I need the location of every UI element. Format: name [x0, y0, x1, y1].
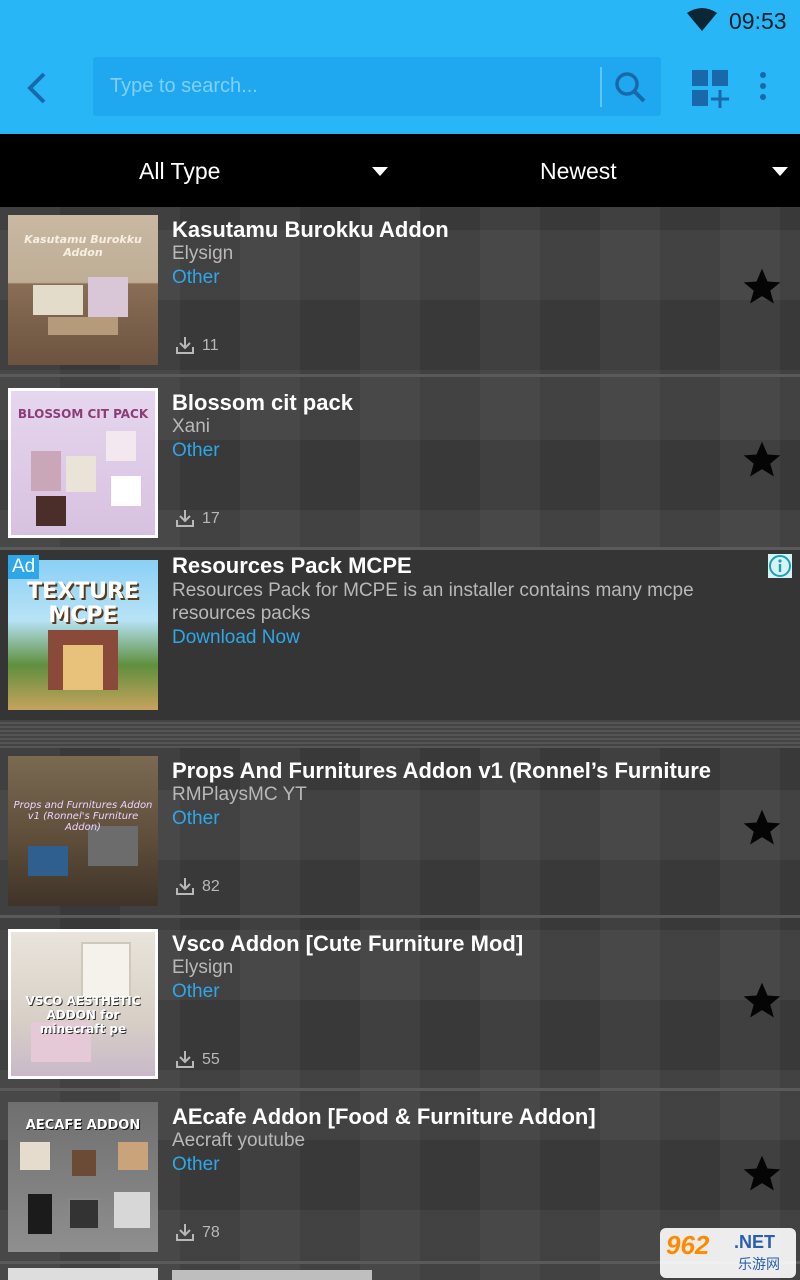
item-title: Vsco Addon [Cute Furniture Mod]: [172, 931, 524, 956]
status-bar: 09:53: [0, 0, 800, 42]
type-filter-dropdown[interactable]: All Type: [0, 134, 400, 207]
thumbnail-caption: BLOSSOM CIT PACK: [17, 407, 149, 421]
download-icon: [176, 510, 194, 527]
download-count: 78: [175, 1222, 220, 1244]
next-item-title: [172, 1270, 372, 1280]
item-thumbnail: VSCO AESTHETIC ADDON for minecraft pe: [8, 929, 158, 1079]
item-author: RMPlaysMC YT: [172, 784, 307, 805]
list-item[interactable]: BLOSSOM CIT PACK Blossom cit pack Xani O…: [0, 380, 800, 550]
download-count: 55: [175, 1049, 220, 1071]
download-icon: [176, 337, 194, 354]
thumbnail-caption: Props and Furnitures Addon v1 (Ronnel's …: [13, 800, 153, 833]
download-icon: [176, 1051, 194, 1068]
star-icon[interactable]: [739, 806, 785, 850]
download-count: 17: [175, 508, 220, 530]
star-icon[interactable]: [739, 438, 785, 482]
ad-banner[interactable]: Ad TEXTURE MCPE Resources Pack MCPE Reso…: [0, 550, 800, 720]
list-item[interactable]: Props and Furnitures Addon v1 (Ronnel's …: [0, 748, 800, 918]
item-author: Elysign: [172, 957, 234, 978]
item-thumbnail: Kasutamu Burokku Addon: [8, 215, 158, 365]
download-count: 82: [175, 876, 220, 898]
watermark-cn: 乐游网: [738, 1256, 780, 1272]
download-count-value: 78: [202, 1224, 220, 1241]
thumbnail-caption: VSCO AESTHETIC ADDON for minecraft pe: [25, 994, 141, 1036]
chevron-left-icon: [27, 72, 46, 104]
list-item[interactable]: VSCO AESTHETIC ADDON for minecraft pe Vs…: [0, 921, 800, 1091]
info-icon[interactable]: [768, 554, 792, 578]
watermark-net: .NET: [734, 1232, 776, 1252]
search-input[interactable]: [93, 57, 599, 116]
sort-filter-label: Newest: [540, 158, 617, 184]
status-time: 09:53: [729, 8, 787, 34]
caret-down-icon: [772, 167, 788, 176]
download-icon: [176, 1224, 194, 1241]
item-category[interactable]: Other: [172, 808, 220, 830]
item-category[interactable]: Other: [172, 981, 220, 1003]
more-options-button[interactable]: [752, 70, 774, 106]
caret-down-icon: [372, 167, 388, 176]
download-icon: [176, 878, 194, 895]
search-box: [93, 57, 661, 116]
download-count-value: 17: [202, 510, 220, 527]
ad-title: Resources Pack MCPE: [172, 553, 412, 578]
item-author: Aecraft youtube: [172, 1130, 306, 1151]
thumbnail-caption: AECAFE ADDON: [25, 1118, 141, 1133]
item-title: Blossom cit pack: [172, 390, 353, 415]
item-category[interactable]: Other: [172, 1154, 220, 1176]
more-vertical-icon: [760, 72, 766, 100]
item-thumbnail: AECAFE ADDON: [8, 1102, 158, 1252]
app-bar: [0, 42, 800, 134]
ad-badge: Ad: [8, 555, 40, 579]
item-thumbnail: BLOSSOM CIT PACK: [8, 388, 158, 538]
thumbnail-caption: Kasutamu Burokku Addon: [24, 233, 142, 259]
star-icon[interactable]: [739, 1152, 785, 1196]
item-title: Props And Furnitures Addon v1 (Ronnel’s …: [172, 758, 712, 783]
type-filter-label: All Type: [139, 158, 221, 184]
addon-list: Kasutamu Burokku Addon Kasutamu Burokku …: [0, 207, 800, 1280]
back-button[interactable]: [20, 68, 56, 108]
download-count-value: 82: [202, 878, 220, 895]
filter-bar: All Type Newest: [0, 134, 800, 207]
item-title: Kasutamu Burokku Addon: [172, 217, 449, 242]
watermark-number: 962: [666, 1230, 710, 1260]
grid-add-icon: [692, 70, 729, 108]
ad-download-link[interactable]: Download Now: [172, 627, 300, 649]
download-count-value: 55: [202, 1051, 220, 1068]
download-count-value: 11: [202, 337, 219, 354]
next-item-thumbnail: [8, 1268, 158, 1280]
star-icon[interactable]: [739, 979, 785, 1023]
star-icon[interactable]: [739, 265, 785, 309]
download-count: 11: [175, 335, 219, 357]
thumbnail-caption: TEXTURE MCPE: [27, 579, 139, 628]
item-category[interactable]: Other: [172, 267, 220, 289]
ad-separator: [0, 720, 800, 748]
list-item[interactable]: Kasutamu Burokku Addon Kasutamu Burokku …: [0, 207, 800, 377]
watermark-logo: 962 .NET 乐游网: [660, 1228, 796, 1278]
item-thumbnail: Props and Furnitures Addon v1 (Ronnel's …: [8, 756, 158, 906]
item-title: AEcafe Addon [Food & Furniture Addon]: [172, 1104, 596, 1129]
search-divider: [600, 67, 602, 107]
ad-thumbnail: TEXTURE MCPE: [8, 560, 158, 710]
search-icon: [615, 72, 646, 103]
item-author: Xani: [172, 416, 211, 437]
item-author: Elysign: [172, 243, 234, 264]
wifi-icon: [687, 8, 717, 31]
add-to-grid-button[interactable]: [690, 68, 730, 108]
sort-filter-dropdown[interactable]: Newest: [400, 134, 800, 207]
search-button[interactable]: [606, 63, 654, 111]
item-category[interactable]: Other: [172, 440, 220, 462]
ad-description: Resources Pack for MCPE is an installer …: [172, 580, 694, 624]
